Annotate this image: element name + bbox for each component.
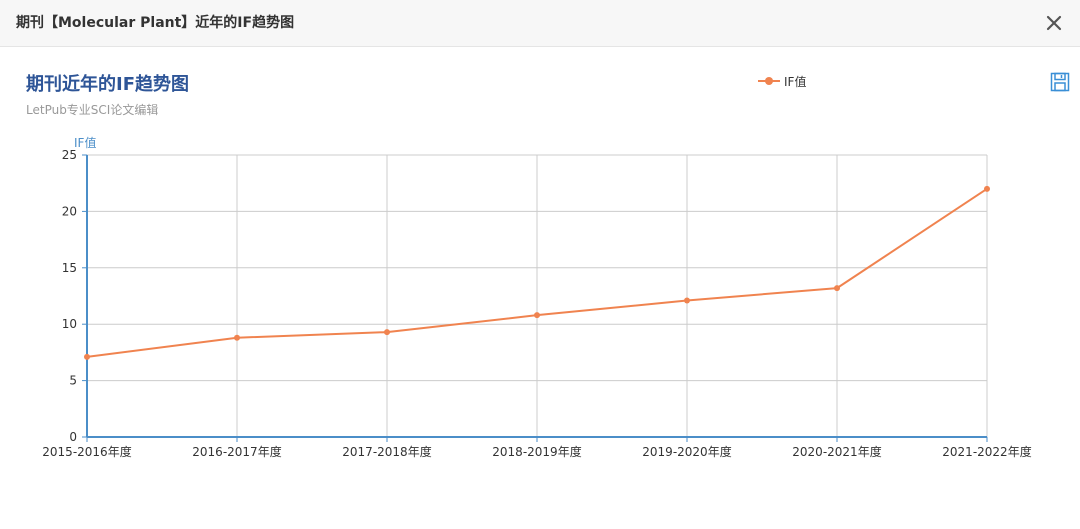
data-point[interactable] [384, 329, 390, 336]
y-tick-label: 20 [62, 204, 77, 218]
data-point[interactable] [834, 285, 840, 292]
x-tick-label: 2018-2019年度 [492, 444, 581, 459]
x-tick-label: 2020-2021年度 [792, 444, 881, 459]
y-tick-label: 10 [62, 317, 77, 331]
y-axis-label: IF值 [74, 135, 96, 150]
x-tick-label: 2019-2020年度 [642, 444, 731, 459]
data-point[interactable] [684, 297, 690, 304]
data-point[interactable] [984, 185, 990, 192]
chart-plot: IF值 0 5 10 15 20 25 2015-2016年度 2016-2017年度 2017… [42, 135, 1031, 459]
y-tick-label: 0 [69, 430, 77, 444]
data-point[interactable] [234, 334, 240, 341]
x-tick-label: 2016-2017年度 [192, 444, 281, 459]
y-tick-label: 15 [62, 261, 77, 275]
x-tick-label: 2015-2016年度 [42, 444, 131, 459]
x-tick-label: 2017-2018年度 [342, 444, 431, 459]
data-point[interactable] [534, 312, 540, 319]
data-point[interactable] [84, 353, 90, 360]
y-tick-label: 5 [69, 374, 77, 388]
x-tick-label: 2021-2022年度 [942, 444, 1031, 459]
y-tick-label: 25 [62, 148, 77, 162]
